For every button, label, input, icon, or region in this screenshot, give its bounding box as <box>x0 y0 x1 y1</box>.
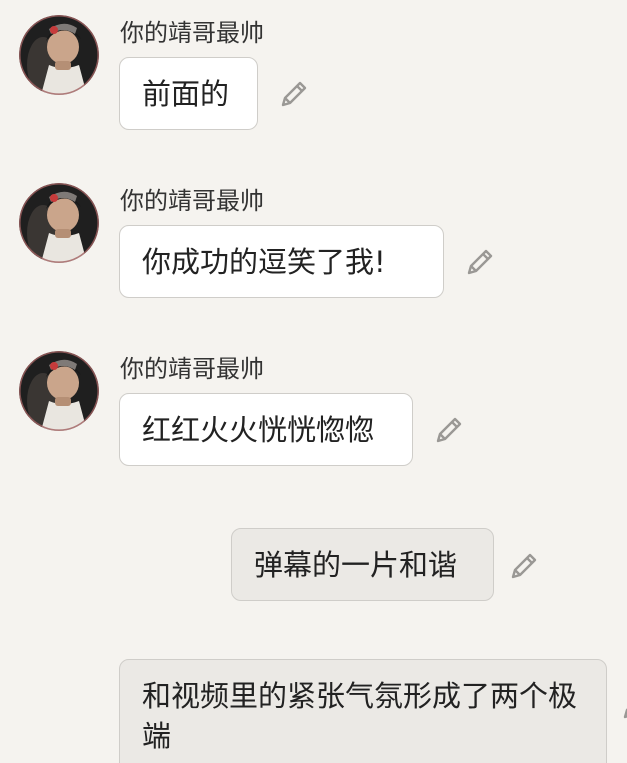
pencil-icon[interactable] <box>431 414 465 448</box>
avatar[interactable] <box>19 15 99 95</box>
sender-name: 你的靖哥最帅 <box>120 187 264 215</box>
pencil-icon[interactable] <box>276 78 310 112</box>
avatar[interactable] <box>19 183 99 263</box>
message-bubble[interactable]: 你成功的逗笑了我! <box>119 225 444 298</box>
message-bubble[interactable]: 弹幕的一片和谐 <box>231 528 494 601</box>
message-bubble[interactable]: 和视频里的紧张气氛形成了两个极端 <box>119 659 607 763</box>
sender-name: 你的靖哥最帅 <box>120 19 264 47</box>
message-bubble[interactable]: 前面的 <box>119 57 258 130</box>
sender-name: 你的靖哥最帅 <box>120 355 264 383</box>
pencil-icon[interactable] <box>618 690 627 724</box>
pencil-icon[interactable] <box>506 550 540 584</box>
pencil-icon[interactable] <box>462 246 496 280</box>
avatar[interactable] <box>19 351 99 431</box>
chat-message-list[interactable]: 你的靖哥最帅 前面的 你的靖哥最帅 你成功的逗笑了我! 你的靖哥最帅 红红火火恍… <box>0 0 627 763</box>
message-bubble[interactable]: 红红火火恍恍惚惚 <box>119 393 413 466</box>
